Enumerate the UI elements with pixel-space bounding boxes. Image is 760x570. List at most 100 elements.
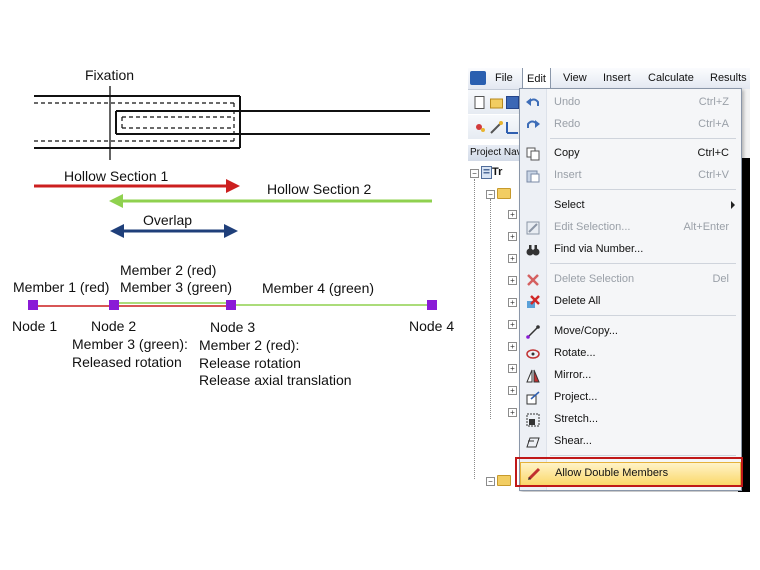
menu-item-edit-selection[interactable]: Edit Selection... Alt+Enter: [520, 217, 741, 239]
menu-item-redo[interactable]: Redo Ctrl+A: [520, 114, 741, 136]
tree-expand-node[interactable]: +: [508, 232, 517, 241]
save-icon[interactable]: [506, 96, 519, 109]
member-3-label: Member 3 (green): [120, 279, 232, 295]
menu-item-copy[interactable]: Copy Ctrl+C: [520, 143, 741, 165]
tree-expand-node[interactable]: +: [508, 320, 517, 329]
node-3-label: Node 3: [210, 319, 255, 335]
tree-collapse-folder-2[interactable]: −: [486, 477, 495, 486]
menu-item-shear[interactable]: Shear...: [520, 431, 741, 453]
node-4-marker: [427, 300, 437, 310]
menu-separator: [550, 455, 736, 456]
member-1-label: Member 1 (red): [13, 279, 109, 295]
node-tool-icon[interactable]: [473, 121, 486, 134]
menu-item-label: Edit Selection...: [554, 221, 631, 233]
new-file-icon[interactable]: [473, 96, 486, 109]
node-2-note-line-1: Member 3 (green):: [72, 336, 188, 352]
node-3-marker: [226, 300, 236, 310]
menu-item-shortcut: Ctrl+A: [698, 118, 729, 130]
toolbar-row-2: [468, 115, 522, 139]
coordinate-tool-icon[interactable]: [506, 121, 519, 134]
project-navigator-header: Project Navigator: [468, 145, 524, 161]
tree-collapse-root[interactable]: −: [470, 169, 479, 178]
menu-item-delete-all[interactable]: Delete All: [520, 291, 741, 313]
toolbar-row-1: [468, 90, 522, 114]
highlight-frame: [515, 457, 743, 487]
edit-selection-icon: [526, 221, 540, 235]
menu-item-shortcut: Ctrl+V: [698, 169, 729, 181]
copy-icon: [526, 147, 540, 161]
menu-item-delete-selection[interactable]: Delete Selection Del: [520, 269, 741, 291]
node-3-note-line-1: Member 2 (red):: [199, 337, 299, 353]
tree-expand-node[interactable]: +: [508, 298, 517, 307]
node-2-marker: [109, 300, 119, 310]
tree-expand-node[interactable]: +: [508, 276, 517, 285]
node-3-note-line-3: Release axial translation: [199, 372, 352, 388]
menu-item-label: Insert: [554, 169, 582, 181]
menu-separator: [550, 263, 736, 264]
mirror-icon: [526, 369, 540, 383]
menu-item-undo[interactable]: Undo Ctrl+Z: [520, 92, 741, 114]
hollow-section-1-label: Hollow Section 1: [64, 168, 168, 184]
menu-item-label: Select: [554, 199, 585, 211]
binoculars-icon: [526, 245, 540, 256]
menu-item-move-copy[interactable]: Move/Copy...: [520, 321, 741, 343]
app-logo-icon: [470, 71, 486, 85]
menu-file[interactable]: File: [495, 68, 513, 89]
node-4-label: Node 4: [409, 318, 454, 334]
menu-item-label: Move/Copy...: [554, 325, 618, 337]
open-folder-icon[interactable]: [490, 96, 503, 109]
member-2-label: Member 2 (red): [120, 262, 216, 278]
tree-root-label[interactable]: Tr: [492, 166, 502, 178]
node-1-marker: [28, 300, 38, 310]
tree-expand-node[interactable]: +: [508, 254, 517, 263]
menu-item-label: Delete All: [554, 295, 601, 307]
tree-expand-node[interactable]: +: [508, 210, 517, 219]
menu-item-shortcut: Del: [712, 273, 729, 285]
menu-edit[interactable]: Edit: [522, 68, 551, 89]
folder-icon: [497, 475, 511, 486]
tree-expand-node[interactable]: +: [508, 364, 517, 373]
hollow-section-1-tube: [34, 95, 241, 149]
overlap-label: Overlap: [143, 212, 192, 228]
menu-item-shortcut: Ctrl+Z: [698, 96, 729, 108]
edit-menu-dropdown: Undo Ctrl+Z Redo Ctrl+A Copy Ctrl+C Inse…: [519, 88, 742, 491]
menu-item-insert[interactable]: Insert Ctrl+V: [520, 165, 741, 187]
folder-icon: [497, 188, 511, 199]
hollow-section-2-tube: [115, 110, 430, 135]
stretch-icon: [526, 413, 540, 427]
menu-insert[interactable]: Insert: [603, 68, 631, 89]
delete-icon: [527, 274, 539, 286]
menu-item-stretch[interactable]: Stretch...: [520, 409, 741, 431]
tree-expand-node[interactable]: +: [508, 408, 517, 417]
menu-item-label: Project...: [554, 391, 598, 403]
menu-results[interactable]: Results: [710, 68, 747, 89]
node-2-label: Node 2: [91, 318, 136, 334]
shear-icon: [526, 437, 540, 448]
menu-calculate[interactable]: Calculate: [648, 68, 694, 89]
menu-item-mirror[interactable]: Mirror...: [520, 365, 741, 387]
menu-item-project[interactable]: Project...: [520, 387, 741, 409]
menu-item-rotate[interactable]: Rotate...: [520, 343, 741, 365]
tree-collapse-folder-1[interactable]: −: [486, 190, 495, 199]
menu-item-shortcut: Alt+Enter: [683, 221, 729, 233]
move-copy-icon: [526, 325, 540, 339]
application-window: File Edit View Insert Calculate Results …: [468, 68, 750, 492]
tree-expand-node[interactable]: +: [508, 386, 517, 395]
menu-view[interactable]: View: [563, 68, 587, 89]
menu-item-shortcut: Ctrl+C: [697, 147, 729, 159]
tree-expand-node[interactable]: +: [508, 342, 517, 351]
menu-separator: [550, 315, 736, 316]
wand-tool-icon[interactable]: [490, 121, 503, 134]
delete-all-icon: [527, 295, 540, 308]
menu-item-select[interactable]: Select: [520, 195, 741, 217]
tree-connector: [490, 199, 491, 419]
menu-separator: [550, 189, 736, 190]
project-icon: [526, 391, 540, 405]
menu-item-label: Redo: [554, 118, 581, 130]
menu-bar: File Edit View Insert Calculate Results: [468, 68, 750, 90]
menu-item-label: Delete Selection: [554, 273, 635, 285]
menu-item-find-via-number[interactable]: Find via Number...: [520, 239, 741, 261]
redo-icon: [527, 120, 540, 128]
tree-connector: [474, 179, 475, 479]
menu-item-label: Find via Number...: [554, 243, 644, 255]
